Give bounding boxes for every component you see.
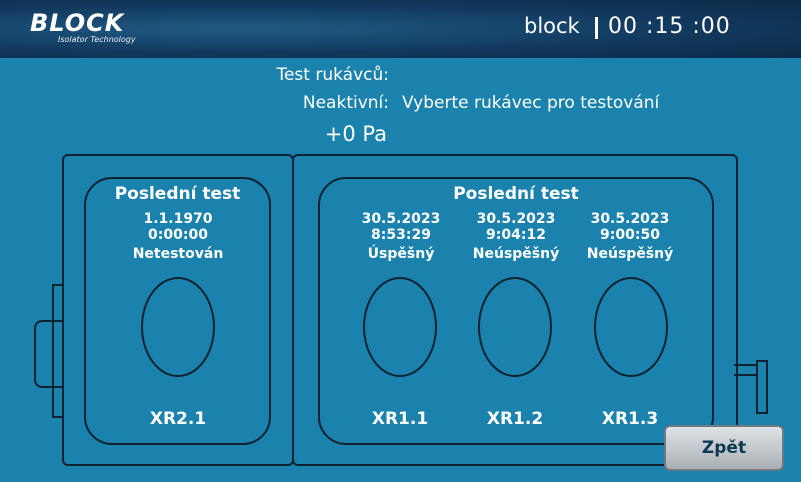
port-time: 0:00:00: [148, 227, 208, 243]
port-time: 9:04:12: [486, 227, 546, 243]
port-status: Neúspěšný: [472, 246, 560, 262]
port-label: XR2.1: [149, 409, 207, 429]
port-date: 30.5.2023: [361, 211, 441, 227]
state-label: Neaktivní:: [302, 93, 389, 113]
port-status: Netestován: [132, 246, 224, 262]
pressure-readout: +0 Pa: [324, 122, 387, 146]
left-panel-title: Poslední test: [114, 184, 241, 204]
port-date: 30.5.2023: [476, 211, 556, 227]
header-bar: BLOCK Isolator Technology block 00 :15 :…: [0, 0, 801, 58]
clock: 00 :15 :00: [608, 14, 731, 39]
port-status: Neúspěšný: [586, 246, 674, 262]
glove-port-xr1-1[interactable]: [363, 277, 437, 377]
test-label: Test rukávců:: [276, 65, 389, 85]
right-panel-title: Poslední test: [453, 184, 579, 204]
glove-port-xr1-2[interactable]: [478, 277, 552, 377]
port-label: XR1.1: [371, 409, 429, 429]
port-date: 1.1.1970: [143, 211, 213, 227]
port-label: XR1.3: [601, 409, 659, 429]
right-connector-post: [756, 360, 768, 414]
header-separator: [595, 17, 598, 39]
state-value: Vyberte rukávec pro testování: [402, 93, 660, 113]
port-label: XR1.2: [486, 409, 544, 429]
logo-subtitle: Isolator Technology: [58, 35, 136, 44]
glove-port-xr1-3[interactable]: [594, 277, 668, 377]
logo: BLOCK: [30, 9, 125, 37]
port-time: 9:00:50: [600, 227, 660, 243]
user-name: block: [524, 14, 580, 38]
port-time: 8:53:29: [371, 227, 431, 243]
back-button[interactable]: Zpět: [664, 425, 784, 471]
port-date: 30.5.2023: [590, 211, 670, 227]
left-post: [52, 284, 62, 418]
glove-port-xr2-1[interactable]: [141, 277, 215, 377]
port-status: Úspěšný: [367, 246, 435, 262]
